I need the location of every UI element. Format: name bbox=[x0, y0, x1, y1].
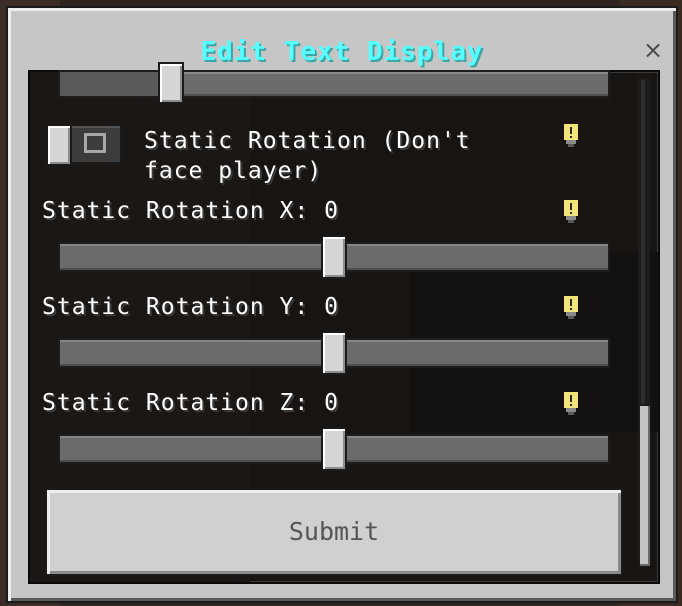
dialog-title: Edit Text Display bbox=[200, 37, 484, 67]
static-rotation-x-knob[interactable] bbox=[321, 235, 347, 279]
static-rotation-z-label: Static Rotation Z: 0 bbox=[42, 390, 339, 416]
scrollbar-thumb[interactable] bbox=[640, 406, 650, 566]
scrollbar-groove bbox=[641, 80, 645, 404]
close-icon[interactable]: × bbox=[640, 36, 666, 64]
lightbulb-info-icon[interactable] bbox=[562, 392, 580, 416]
lightbulb-info-icon[interactable] bbox=[562, 200, 580, 224]
partial-slider[interactable] bbox=[58, 70, 610, 98]
static-rotation-toggle[interactable] bbox=[44, 124, 122, 166]
toggle-off-icon bbox=[84, 133, 106, 153]
static-rotation-z-knob[interactable] bbox=[321, 427, 347, 471]
static-rotation-y-label: Static Rotation Y: 0 bbox=[42, 294, 339, 320]
static-rotation-label-line2: face player) bbox=[144, 158, 323, 184]
static-rotation-x-label: Static Rotation X: 0 bbox=[42, 198, 339, 224]
static-rotation-label: Static Rotation (Don't bbox=[144, 128, 471, 154]
slider-fill bbox=[60, 72, 165, 96]
lightbulb-info-icon[interactable] bbox=[562, 124, 580, 148]
submit-button[interactable]: Submit bbox=[45, 488, 623, 576]
static-rotation-y-knob[interactable] bbox=[321, 331, 347, 375]
toggle-knob[interactable] bbox=[46, 124, 72, 166]
lightbulb-info-icon[interactable] bbox=[562, 296, 580, 320]
partial-slider-knob[interactable] bbox=[157, 62, 184, 104]
